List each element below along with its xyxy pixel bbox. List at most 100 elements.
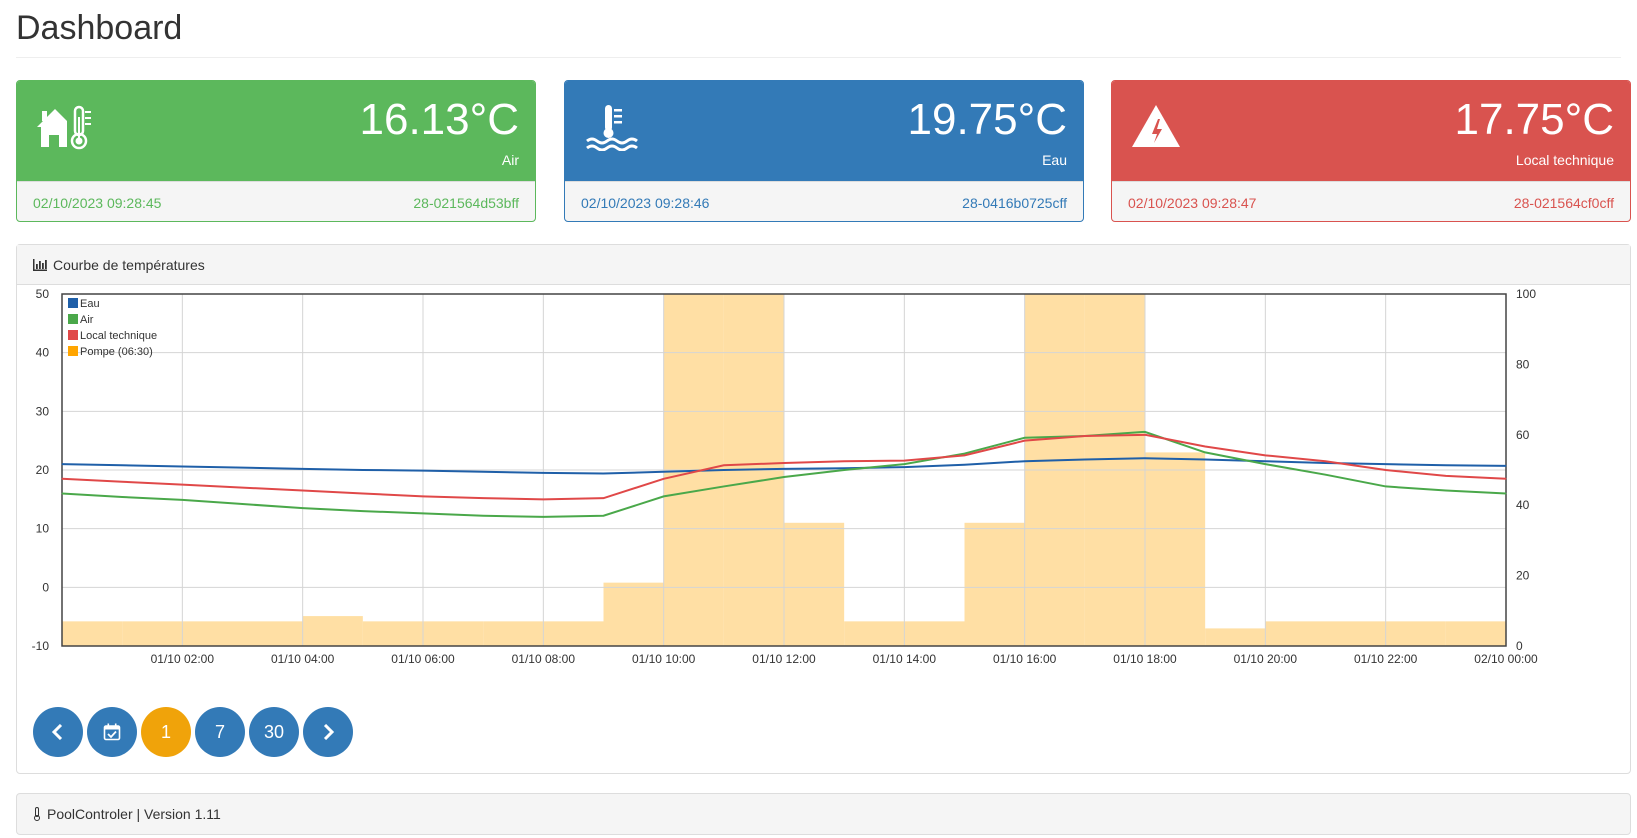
series-point: [121, 481, 123, 483]
series-point: [783, 476, 785, 478]
series-point: [181, 484, 183, 486]
pump-bar: [964, 522, 1025, 646]
legend-label: Pompe (06:30): [80, 346, 153, 358]
x-tick-label: 01/10 22:00: [1354, 652, 1418, 666]
sensor-id: 28-0416b0725cff: [962, 194, 1067, 211]
next-button[interactable]: [303, 707, 353, 757]
series-point: [783, 468, 785, 470]
pump-bar: [302, 616, 363, 646]
calendar-button[interactable]: [87, 707, 137, 757]
pump-bar: [1445, 621, 1506, 646]
series-point: [663, 495, 665, 497]
series-point: [723, 485, 725, 487]
card-footer: 02/10/2023 09:28:45 28-021564d53bff: [17, 181, 535, 221]
series-point: [723, 469, 725, 471]
series-point: [482, 497, 484, 499]
x-tick-label: 01/10 10:00: [632, 652, 696, 666]
series-point: [903, 460, 905, 462]
series-point: [302, 468, 304, 470]
chevron-right-icon: [323, 724, 335, 740]
series-point: [1505, 465, 1507, 467]
series-point: [1204, 446, 1206, 448]
pump-bar: [1325, 621, 1386, 646]
series-point: [242, 467, 243, 469]
period-7-days-button[interactable]: 7: [195, 707, 245, 757]
series-point: [603, 473, 604, 475]
series-point: [1385, 469, 1387, 471]
period-nav: 1 7 30: [33, 707, 357, 757]
sensor-card-eau: 19.75°C Eau 02/10/2023 09:28:46 28-0416b…: [564, 80, 1084, 222]
series-point: [302, 507, 304, 509]
series-point: [1144, 434, 1146, 436]
series-point: [61, 492, 63, 494]
previous-button[interactable]: [33, 707, 83, 757]
pump-bar: [182, 621, 243, 646]
series-point: [1084, 458, 1086, 460]
legend-label: Local technique: [80, 330, 157, 342]
house-thermometer-icon: [37, 105, 91, 150]
series-point: [1445, 464, 1447, 466]
sensor-label: Local technique: [1515, 152, 1614, 168]
legend-swatch: [68, 314, 78, 324]
y-left-tick-label: 20: [36, 463, 50, 477]
x-tick-label: 01/10 14:00: [873, 652, 937, 666]
chart-title: Courbe de températures: [53, 256, 205, 273]
series-point: [1445, 475, 1447, 477]
series-point: [663, 478, 665, 480]
series-point: [1445, 490, 1447, 492]
period-30-days-button[interactable]: 30: [249, 707, 299, 757]
series-point: [181, 499, 183, 501]
series-point: [422, 470, 424, 472]
series-point: [482, 471, 484, 473]
legend-swatch: [68, 330, 78, 340]
series-point: [1325, 462, 1326, 464]
series-point: [1024, 437, 1026, 439]
y-left-tick-label: 0: [42, 580, 49, 594]
y-right-tick-label: 100: [1516, 287, 1536, 301]
series-point: [542, 472, 544, 474]
series-point: [482, 515, 484, 517]
chevron-left-icon: [51, 724, 63, 740]
series-point: [121, 496, 123, 498]
temperature-value: 17.75°C: [1454, 95, 1614, 144]
period-1-day-button[interactable]: 1: [141, 707, 191, 757]
card-footer: 02/10/2023 09:28:46 28-0416b0725cff: [565, 181, 1083, 221]
y-left-tick-label: 30: [36, 404, 50, 418]
y-left-tick-label: 10: [36, 522, 50, 536]
series-point: [242, 487, 243, 489]
card-header: 17.75°C Local technique: [1112, 81, 1630, 181]
sensor-id: 28-021564cf0cff: [1513, 194, 1614, 211]
x-tick-label: 01/10 04:00: [271, 652, 335, 666]
y-left-tick-label: 40: [36, 346, 50, 360]
series-point: [61, 478, 63, 480]
sensor-label: Air: [501, 152, 519, 168]
page-title: Dashboard: [16, 9, 183, 47]
y-right-tick-label: 40: [1516, 498, 1530, 512]
y-right-tick-label: 60: [1516, 428, 1530, 442]
x-tick-label: 01/10 12:00: [752, 652, 816, 666]
series-point: [422, 495, 424, 497]
pump-bar: [1145, 452, 1206, 646]
sensor-id: 28-021564d53bff: [413, 194, 519, 211]
pump-bar: [62, 621, 123, 646]
y-right-tick-label: 20: [1516, 569, 1530, 583]
page-header: Dashboard: [16, 8, 1621, 58]
series-point: [61, 463, 63, 465]
pump-bar: [1385, 621, 1446, 646]
series-point: [603, 515, 604, 517]
series-point: [1385, 463, 1387, 465]
series-point: [242, 503, 243, 505]
y-left-tick-label: -10: [32, 639, 50, 653]
pump-bar: [784, 522, 845, 646]
legend-label: Eau: [80, 298, 100, 310]
chart-panel: Courbe de températures -10 0 10 20 30 40 50 0 20…: [16, 244, 1631, 774]
x-tick-label: 01/10 08:00: [512, 652, 576, 666]
x-tick-label: 01/10 18:00: [1113, 652, 1177, 666]
series-point: [843, 460, 845, 462]
series-point: [302, 490, 304, 492]
pump-bar: [483, 621, 544, 646]
sensor-card-local-technique: 17.75°C Local technique 02/10/2023 09:28…: [1111, 80, 1631, 222]
legend-label: Air: [80, 314, 94, 326]
series-point: [783, 462, 785, 464]
x-tick-label: 01/10 20:00: [1234, 652, 1298, 666]
